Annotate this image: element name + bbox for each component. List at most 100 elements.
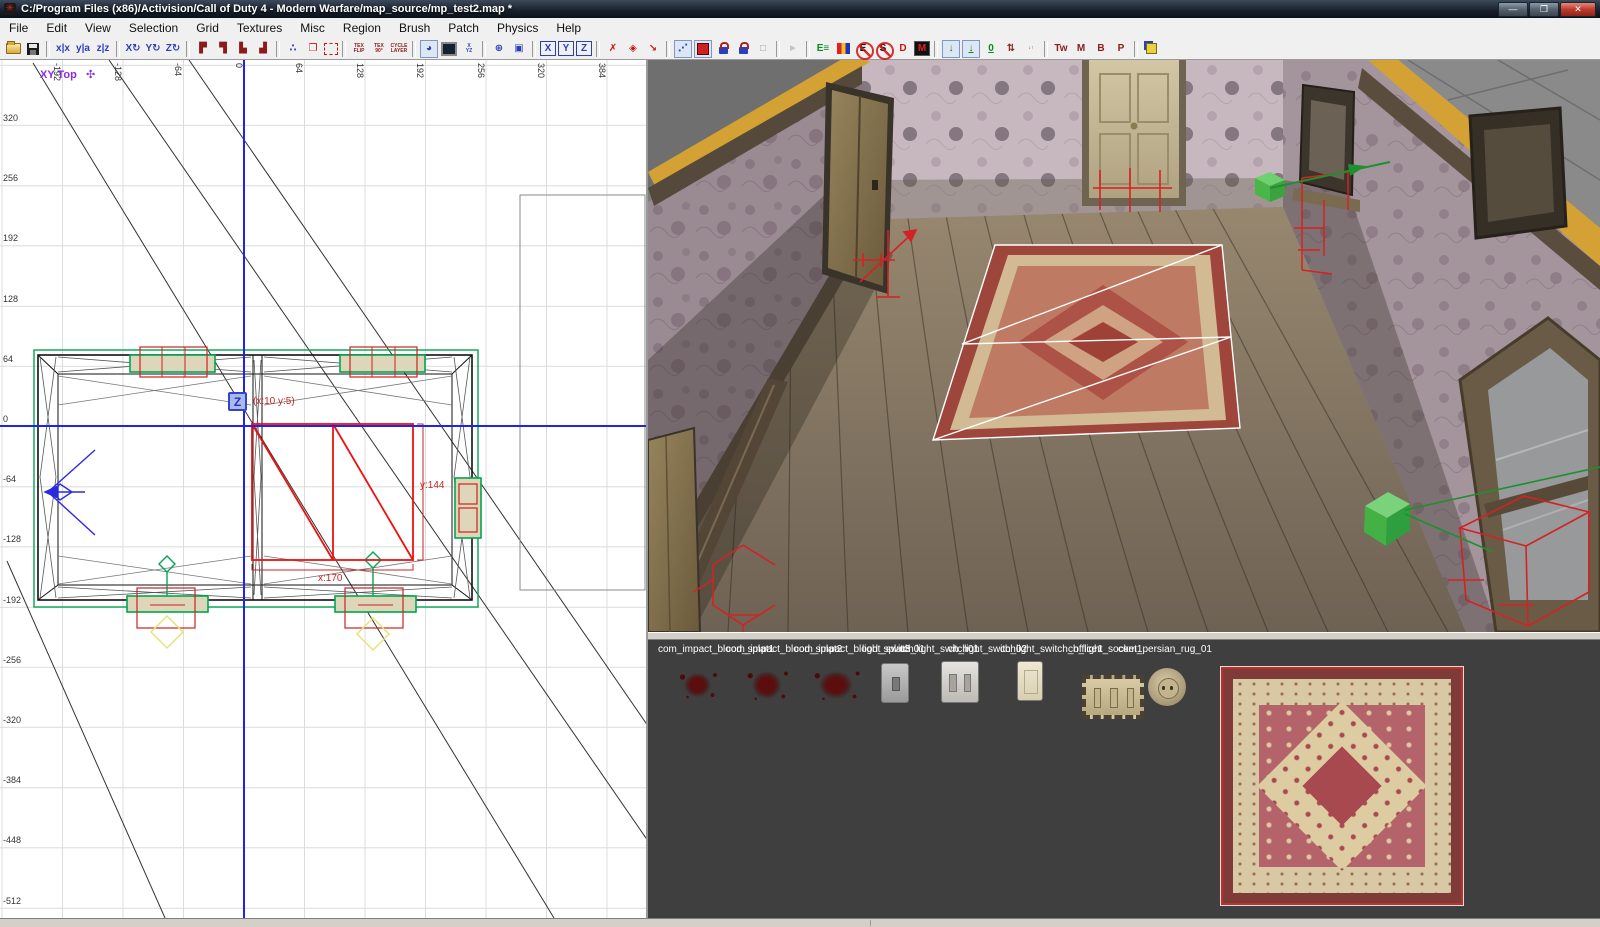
- texture-thumb-blood[interactable]: [675, 665, 725, 705]
- menu-selection[interactable]: Selection: [120, 19, 187, 37]
- ruler-tick-top: 64: [294, 63, 304, 73]
- 2d-grid-view[interactable]: XY Top ✣ Z (x:10 y:5) x:170 y:144 -192-1…: [0, 60, 648, 918]
- lock-textures-button[interactable]: [734, 40, 752, 58]
- raise-lower-1-button[interactable]: ⇅: [1002, 40, 1020, 58]
- toggle-detail-button[interactable]: D: [894, 40, 912, 58]
- title-bar: ✳ C:/Program Files (x86)/Activision/Call…: [0, 0, 1600, 18]
- view-mode-icon[interactable]: ✣: [86, 68, 95, 81]
- clip-tool-1-button[interactable]: ▛: [194, 40, 212, 58]
- screen-view-button[interactable]: [440, 40, 458, 58]
- model-tool-button[interactable]: M: [1072, 40, 1090, 58]
- menu-help[interactable]: Help: [547, 19, 590, 37]
- toolbar-separator: [666, 41, 670, 57]
- minimize-button[interactable]: —: [1498, 2, 1528, 17]
- paint-face-button[interactable]: [694, 40, 712, 58]
- ruler-tick-left: -192: [3, 595, 21, 605]
- horizontal-splitter[interactable]: [648, 632, 1600, 640]
- draw-path-button[interactable]: ⋰: [674, 40, 692, 58]
- save-file-button[interactable]: [24, 40, 42, 58]
- flip-z-button[interactable]: z|z: [94, 40, 112, 58]
- texture-thumb-socket[interactable]: [1148, 668, 1186, 706]
- texture-thumb-switch-double[interactable]: [941, 661, 979, 703]
- hide-entities-button[interactable]: E: [854, 40, 872, 58]
- clip-tool-2-button[interactable]: ▜: [214, 40, 232, 58]
- cursor-tool-button: ►: [784, 40, 802, 58]
- dimension-y-label: y:144: [420, 480, 444, 491]
- toolbar-separator: [276, 41, 280, 57]
- tex-flip-button[interactable]: TEX FLIP: [350, 40, 368, 58]
- open-file-button[interactable]: [4, 40, 22, 58]
- ruler-tick-left: 0: [3, 414, 8, 424]
- lock-axis-x-button[interactable]: X: [540, 41, 556, 56]
- marquee-button[interactable]: □: [754, 40, 772, 58]
- toggle-models-button[interactable]: M: [914, 41, 930, 56]
- ruler-tick-left: -128: [3, 534, 21, 544]
- texture-thumb-blood[interactable]: [742, 662, 797, 708]
- cycle-disable-button[interactable]: ✗: [604, 40, 622, 58]
- lock-selection-button[interactable]: [714, 40, 732, 58]
- z-axis-marker[interactable]: Z: [228, 392, 247, 411]
- menu-brush[interactable]: Brush: [390, 19, 439, 37]
- lock-axis-z-button[interactable]: Z: [576, 41, 592, 56]
- flip-y-button[interactable]: y|a: [74, 40, 92, 58]
- entity-light-top: [130, 347, 425, 377]
- cycle-layer-button[interactable]: CYCLE LAYER: [390, 40, 408, 58]
- entity-connect-button[interactable]: ∴: [284, 40, 302, 58]
- paste-special-button[interactable]: [1142, 40, 1160, 58]
- copy-brush-button[interactable]: ❐: [304, 40, 322, 58]
- brush-tool-button[interactable]: B: [1092, 40, 1110, 58]
- toolbar-separator: [412, 41, 416, 57]
- drag-edges-button[interactable]: ↘: [644, 40, 662, 58]
- ruler-tick-left: -512: [3, 896, 21, 906]
- entity-light-bottom: [127, 552, 416, 650]
- hide-script-button[interactable]: S: [874, 40, 892, 58]
- menu-misc[interactable]: Misc: [291, 19, 334, 37]
- view-xyz-button[interactable]: X YZ: [460, 40, 478, 58]
- menu-textures[interactable]: Textures: [228, 19, 291, 37]
- menu-patch[interactable]: Patch: [439, 19, 488, 37]
- clip-tool-4-button[interactable]: ▟: [254, 40, 272, 58]
- 3d-camera-view[interactable]: [648, 60, 1600, 632]
- vertex-mode-button[interactable]: ◈: [624, 40, 642, 58]
- old-door-left: [648, 428, 700, 632]
- zero-height-button[interactable]: 0: [982, 40, 1000, 58]
- close-button[interactable]: ✕: [1560, 2, 1596, 17]
- region-select-button[interactable]: [324, 43, 338, 55]
- entity-properties-button[interactable]: E≡: [814, 40, 832, 58]
- menu-physics[interactable]: Physics: [488, 19, 547, 37]
- menu-edit[interactable]: Edit: [37, 19, 76, 37]
- drop-to-floor-button[interactable]: ↓: [942, 40, 960, 58]
- free-rotate-button[interactable]: ◕: [420, 40, 438, 58]
- menu-file[interactable]: File: [0, 19, 37, 37]
- texture-thumb-rug[interactable]: [1221, 667, 1463, 905]
- texture-thumb-switch-plain[interactable]: [1017, 661, 1043, 701]
- menu-grid[interactable]: Grid: [187, 19, 228, 37]
- 2d-wireframe-canvas: [0, 60, 648, 918]
- rotate-x-button[interactable]: X↻: [124, 40, 142, 58]
- selected-carpet-brush: [252, 424, 413, 560]
- terrain-tool-button[interactable]: Tw: [1052, 40, 1070, 58]
- toolbar-separator: [186, 41, 190, 57]
- tex-rotate-90-button[interactable]: TEX 90°: [370, 40, 388, 58]
- ruler-tick-left: 192: [3, 233, 18, 243]
- maximize-button[interactable]: ❐: [1529, 2, 1559, 17]
- drop-to-floor-line-button[interactable]: ↓: [962, 40, 980, 58]
- texture-thumb-plate-ornate[interactable]: [1082, 675, 1144, 719]
- ruler-tick-top: 384: [597, 63, 607, 78]
- clip-tool-3-button[interactable]: ▙: [234, 40, 252, 58]
- layers-palette-button[interactable]: [834, 40, 852, 58]
- rotate-y-button[interactable]: Y↻: [144, 40, 162, 58]
- raise-lower-2-button[interactable]: ↓↑: [1022, 40, 1040, 58]
- window-controls: — ❐ ✕: [1497, 2, 1596, 17]
- menu-view[interactable]: View: [76, 19, 120, 37]
- flip-x-button[interactable]: x|x: [54, 40, 72, 58]
- rotate-z-button[interactable]: Z↻: [164, 40, 182, 58]
- move-view-button[interactable]: ⊕: [490, 40, 508, 58]
- texture-browser[interactable]: com_impact_blood_splat1com_impact_blood_…: [648, 640, 1600, 918]
- lock-axis-y-button[interactable]: Y: [558, 41, 574, 56]
- patch-tool-button[interactable]: P: [1112, 40, 1130, 58]
- drag-resize-button[interactable]: ▣: [510, 40, 528, 58]
- menu-region[interactable]: Region: [334, 19, 390, 37]
- texture-thumb-switch-grey[interactable]: [881, 663, 909, 703]
- texture-thumb-blood[interactable]: [808, 662, 870, 708]
